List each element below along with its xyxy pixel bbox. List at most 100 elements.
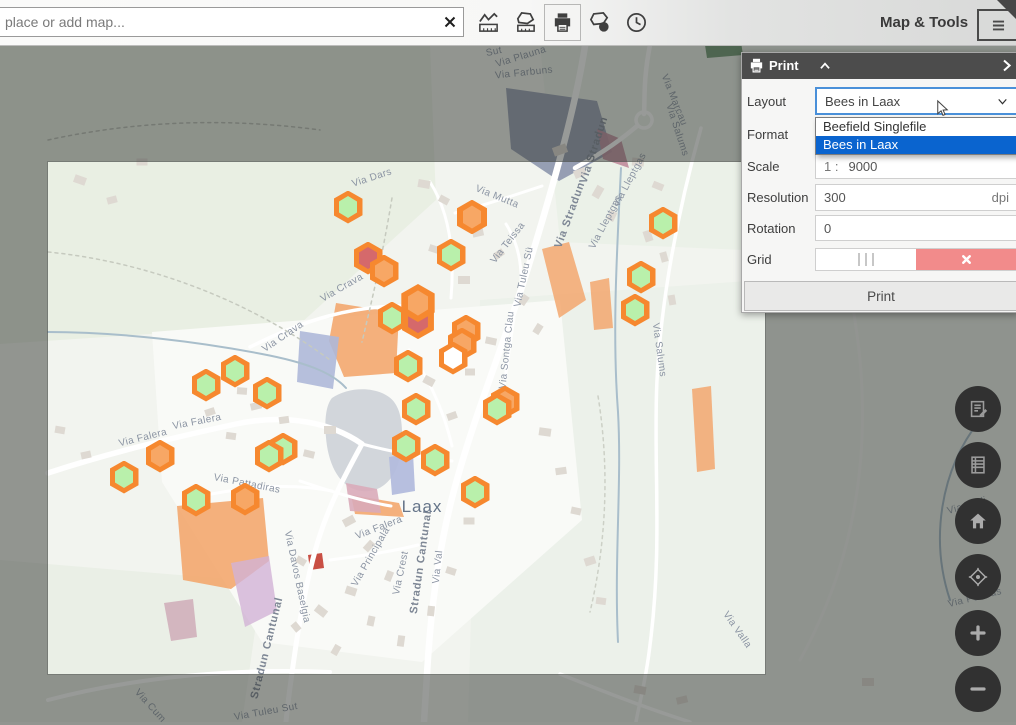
printer-icon [748,57,765,74]
grid-label: Grid [747,252,772,267]
print-tool-button[interactable] [544,4,581,41]
home-icon [967,510,989,532]
print-panel-header[interactable]: Print [742,53,1016,79]
measure-tool-button[interactable] [507,4,544,41]
notes-icon [967,398,989,420]
hexagon-fill [260,445,278,467]
grid-toggle-off-half[interactable] [916,249,1016,270]
print-icon [551,11,574,34]
hexagon-fill [488,398,506,420]
street-label: Via Cum [132,687,168,725]
zoom-out-button[interactable] [955,666,1001,712]
report-button[interactable] [955,386,1001,432]
locate-icon [967,566,989,588]
print-panel: Print Layout Bees in Laax Beefield Singl… [741,52,1016,313]
print-button[interactable]: Print [744,281,1016,311]
hexagon-fill [397,435,415,457]
rotation-value: 0 [824,221,831,236]
resolution-input[interactable]: 300 dpi [815,184,1016,211]
hexagon-fill [236,488,254,510]
hexagon-fill [407,398,425,420]
hexagon-fill [115,466,133,488]
svg-text:i: i [603,23,605,31]
hexagon-fill [442,244,460,266]
corner-fold-decoration [997,0,1016,19]
rotation-input[interactable]: 0 [815,215,1016,241]
height-profile-tool-button[interactable] [470,4,507,41]
street-label: Via Tuleu Sut [233,701,298,723]
street-label: Via Tuleu Sü [512,246,536,308]
scale-value: 9000 [848,159,877,174]
layout-label: Layout [747,94,786,109]
identify-icon: i [588,11,611,34]
print-panel-title: Print [769,58,799,73]
time-icon [625,11,648,34]
scale-label: Scale [747,159,780,174]
top-toolbar: i Map & Tools [0,0,1016,46]
hexagon-fill [444,347,462,369]
height-profile-icon [477,11,500,34]
collapse-panel-icon[interactable] [818,59,832,73]
resolution-label: Resolution [747,190,808,205]
hexagon-fill [383,307,401,329]
street-label: Via Crest [391,550,411,596]
street-label: Via Falera [172,412,223,432]
menu-label: Map & Tools [880,14,968,31]
street-label: Via Crava [319,271,365,304]
town-label: Laax [402,497,443,517]
home-button[interactable] [955,498,1001,544]
legend-button[interactable] [955,442,1001,488]
scale-input[interactable]: 1 : 9000 [815,153,1016,179]
plus-icon [967,622,989,644]
measure-icon [514,11,537,34]
grid-toggle-on-half[interactable] [816,249,916,270]
hexagon-fill [226,360,244,382]
hexagon-fill [197,374,215,396]
street-label: Via Stradun [552,180,587,250]
rotation-label: Rotation [747,221,795,236]
hexagon-fill [187,489,205,511]
hexagon-fill [258,382,276,404]
legend-icon [967,454,989,476]
time-tool-button[interactable] [618,4,655,41]
layout-dropdown-list: Beefield SinglefileBees in Laax [815,117,1016,155]
layout-select[interactable]: Bees in Laax [815,87,1016,115]
hexagon-fill [626,299,644,321]
street-label: Via Davos Baselgia [282,530,312,624]
street-label: Via Crava [260,319,305,355]
hexagon-fill [399,355,417,377]
hexagon-fill [463,205,482,228]
hexagon-fill [466,481,484,503]
locate-button[interactable] [955,554,1001,600]
layout-select-value: Bees in Laax [825,94,900,109]
resolution-unit: dpi [992,190,1009,205]
street-label: Via Lleptgas [587,193,625,251]
app-window: SutVia PlaunaVia FarbunsVia MarcauVia Sa… [0,0,1016,722]
search-clear-icon[interactable] [441,13,459,31]
street-label: Via Stradun [578,115,611,185]
format-label: Format [747,127,788,142]
street-label: Via Sontga Clau [497,311,516,390]
toggle-grip [858,253,874,266]
hexagon-fill [632,266,650,288]
street-label: Via Valla [720,610,753,651]
grid-toggle[interactable] [815,248,1016,271]
layout-option[interactable]: Beefield Singlefile [816,118,1016,136]
zoom-in-button[interactable] [955,610,1001,656]
street-label: Via Dars [351,166,394,189]
hexagon-fill [426,449,444,471]
street-label: Via Salums [650,322,668,377]
hexagon-fill [654,212,672,234]
grid-off-icon [960,253,973,266]
hexagon-fill [339,196,357,218]
minus-icon [967,678,989,700]
hexagon-fill [151,445,169,467]
layout-option[interactable]: Bees in Laax [816,136,1016,154]
close-panel-icon[interactable] [999,58,1014,73]
identify-tool-button[interactable]: i [581,4,618,41]
street-label: Stradun Cantunal [249,596,286,700]
chevron-down-icon [996,95,1009,108]
resolution-value: 300 [824,190,846,205]
hexagon-fill [408,290,429,315]
search-input[interactable] [0,7,464,37]
